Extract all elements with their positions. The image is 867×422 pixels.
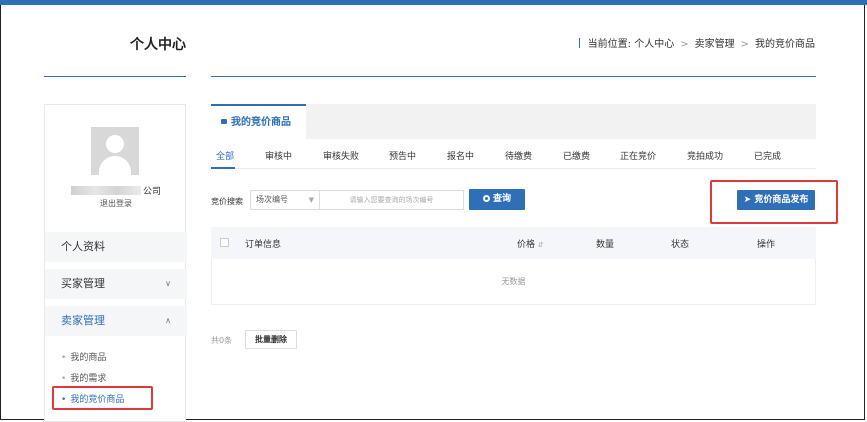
caret-down-icon: ▼ — [308, 196, 314, 204]
status-tab-completed[interactable]: 已完成 — [754, 149, 781, 162]
sidebar-item-label: 卖家管理 — [61, 314, 105, 327]
sidebar-subitem-my-products[interactable]: • 我的商品 — [61, 350, 106, 363]
status-tab-pending-payment[interactable]: 待缴费 — [505, 149, 532, 162]
sidebar-item-buyer-management[interactable]: 买家管理 ∨ — [45, 269, 187, 299]
breadcrumb: 当前位置: 个人中心 > 卖家管理 > 我的竞价商品 — [578, 35, 815, 50]
sidebar: 公司 退出登录 个人资料 买家管理 ∨ 卖家管理 ∧ • 我的商品 • 我的需求 •… — [44, 104, 187, 422]
breadcrumb-item-personal-center[interactable]: 个人中心 — [634, 39, 674, 50]
column-order-info: 订单信息 — [245, 240, 282, 250]
avatar-body-shape — [99, 156, 131, 175]
bullet-icon: • — [61, 374, 67, 384]
search-field-select[interactable]: 场次编号 ▼ — [250, 190, 320, 210]
sidebar-subitem-label: 我的商品 — [70, 353, 107, 363]
sidebar-header-divider — [44, 76, 186, 77]
search-placeholder: 请输入您要查询的场次编号 — [349, 196, 434, 204]
tab-label: 我的竞价商品 — [231, 117, 291, 128]
status-tab-paid[interactable]: 已缴费 — [563, 149, 590, 162]
search-label: 竞价搜索 — [211, 197, 243, 206]
status-tab-auction-success[interactable]: 竞拍成功 — [687, 149, 723, 162]
sidebar-subitem-my-demands[interactable]: • 我的需求 — [61, 371, 106, 384]
column-status: 状态 — [671, 240, 690, 250]
publish-button-label: 竞价商品发布 — [754, 195, 809, 205]
highlight-box-sidebar — [52, 386, 153, 410]
logout-link[interactable]: 退出登录 — [45, 198, 187, 209]
status-tabs: 全部 审核中 审核失败 预告中 报名中 待缴费 已缴费 正在竞价 竞拍成功 已完… — [211, 146, 816, 166]
column-price-label: 价格 — [517, 240, 536, 250]
search-button[interactable]: 查询 — [469, 189, 525, 210]
total-count: 共0条 — [211, 336, 233, 345]
main-header-divider — [211, 76, 816, 77]
column-price[interactable]: 价格 ⇵ — [517, 237, 544, 250]
column-quantity: 数量 — [596, 240, 615, 250]
publish-bidding-product-button[interactable]: ➤ 竞价商品发布 — [737, 190, 815, 210]
sidebar-subitem-label: 我的需求 — [70, 374, 107, 384]
search-input[interactable]: 请输入您要查询的场次编号 — [319, 190, 464, 210]
send-icon: ➤ — [743, 195, 752, 205]
active-tab-indicator — [211, 167, 235, 169]
chevron-down-icon: ∨ — [165, 279, 171, 288]
redacted-text — [70, 186, 141, 195]
status-tab-review-failed[interactable]: 审核失败 — [323, 149, 359, 162]
status-tab-bidding[interactable]: 正在竞价 — [620, 149, 656, 162]
status-tabs-divider — [211, 168, 816, 169]
main-tab-bar: 我的竞价商品 — [211, 104, 816, 139]
breadcrumb-prefix: 当前位置: — [587, 39, 632, 50]
status-tab-all[interactable]: 全部 — [216, 149, 234, 162]
chevron-up-icon: ∧ — [165, 316, 171, 325]
status-tab-under-review[interactable]: 审核中 — [265, 149, 292, 162]
page-title: 个人中心 — [130, 37, 186, 53]
avatar[interactable] — [91, 127, 139, 175]
search-button-label: 查询 — [492, 194, 511, 204]
bullet-icon: • — [61, 353, 67, 363]
sort-icon: ⇵ — [537, 241, 544, 249]
chevron-right-icon: > — [740, 39, 749, 50]
table-empty-state: 无数据 — [211, 259, 816, 305]
breadcrumb-marker — [578, 38, 580, 48]
company-name: 公司 — [45, 184, 187, 197]
company-suffix: 公司 — [142, 187, 161, 197]
table-header: 订单信息 价格 ⇵ 数量 状态 操作 — [211, 227, 816, 259]
sidebar-item-seller-management[interactable]: 卖家管理 ∧ — [45, 306, 187, 336]
sidebar-item-profile[interactable]: 个人资料 — [45, 232, 187, 262]
chevron-right-icon: > — [680, 39, 689, 50]
column-actions: 操作 — [757, 240, 776, 250]
tab-my-bidding-products[interactable]: 我的竞价商品 — [211, 104, 306, 139]
select-value: 场次编号 — [256, 195, 288, 204]
sidebar-item-label: 买家管理 — [61, 277, 105, 290]
search-icon — [482, 195, 490, 202]
batch-delete-button[interactable]: 批量删除 — [245, 330, 297, 349]
avatar-head-shape — [106, 135, 124, 153]
top-accent-bar — [0, 0, 867, 5]
select-all-checkbox[interactable] — [220, 238, 229, 247]
sidebar-item-label: 个人资料 — [61, 240, 105, 253]
breadcrumb-item-current: 我的竞价商品 — [755, 39, 815, 50]
breadcrumb-item-seller-management[interactable]: 卖家管理 — [695, 39, 735, 50]
bag-icon — [221, 119, 227, 124]
status-tab-registering[interactable]: 报名中 — [447, 149, 474, 162]
status-tab-preview[interactable]: 预告中 — [389, 149, 416, 162]
